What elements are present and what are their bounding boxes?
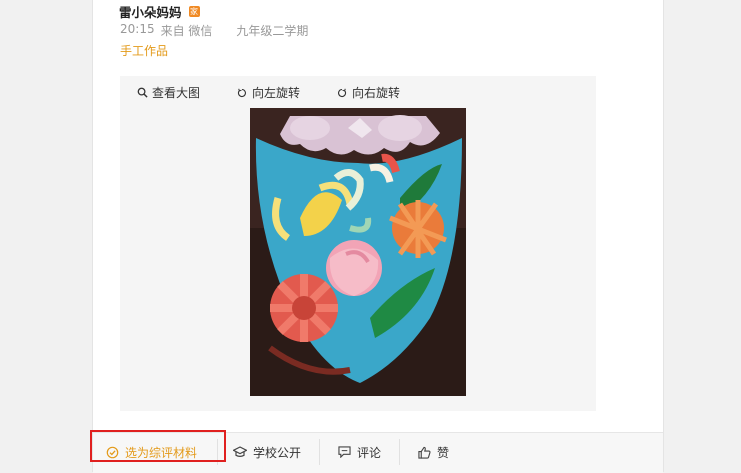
check-circle-icon (105, 445, 119, 459)
school-public-button[interactable]: 学校公开 (233, 433, 301, 471)
comment-icon (337, 445, 351, 459)
select-material-button[interactable]: 选为综评材料 (105, 433, 197, 471)
action-bar: 选为综评材料 学校公开 评论 赞 (93, 432, 663, 473)
like-label: 赞 (437, 445, 450, 460)
post-source: 来自 微信 (160, 24, 213, 38)
author-row: 雷小朵妈妈 家 (119, 2, 200, 20)
rotate-right-icon (336, 87, 348, 99)
parent-badge-icon: 家 (188, 5, 200, 17)
graduation-cap-icon (233, 445, 247, 459)
thumbs-up-icon (417, 445, 431, 459)
comment-button[interactable]: 评论 (337, 433, 381, 471)
post-card: 雷小朵妈妈 家 20:15 来自 微信 九年级二学期 手工作品 查看大图 向左旋… (92, 0, 664, 473)
divider (217, 439, 218, 465)
view-large-label: 查看大图 (152, 86, 201, 100)
image-viewer: 查看大图 向左旋转 向右旋转 (120, 76, 596, 411)
handmade-flower-photo[interactable] (250, 108, 466, 396)
divider (399, 439, 400, 465)
school-public-label: 学校公开 (253, 445, 302, 460)
select-material-label: 选为综评材料 (125, 445, 198, 460)
like-button[interactable]: 赞 (417, 433, 449, 471)
view-large-button[interactable]: 查看大图 (136, 84, 200, 101)
post-grade: 九年级二学期 (236, 24, 309, 38)
rotate-left-icon (236, 87, 248, 99)
post-meta: 20:15 来自 微信 九年级二学期 (120, 22, 308, 39)
post-tag[interactable]: 手工作品 (120, 42, 168, 59)
post-time: 20:15 (120, 22, 155, 36)
rotate-right-button[interactable]: 向右旋转 (336, 84, 400, 101)
rotate-left-label: 向左旋转 (252, 86, 301, 100)
magnifier-icon (136, 87, 148, 99)
divider (319, 439, 320, 465)
rotate-right-label: 向右旋转 (352, 86, 401, 100)
comment-label: 评论 (357, 445, 382, 460)
author-name[interactable]: 雷小朵妈妈 (119, 2, 182, 21)
rotate-left-button[interactable]: 向左旋转 (236, 84, 300, 101)
